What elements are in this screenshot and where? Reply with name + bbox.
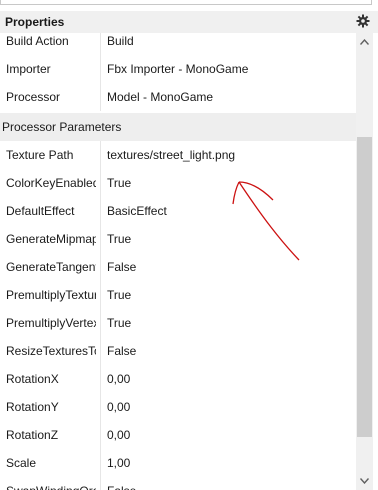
property-row-swapwindingorder[interactable]: SwapWindingOrder False xyxy=(0,477,356,490)
property-name: Processor xyxy=(6,90,61,104)
property-name: Scale xyxy=(6,456,37,470)
panel-title: Properties xyxy=(5,15,65,29)
property-name: RotationX xyxy=(6,372,59,386)
property-value[interactable]: False xyxy=(100,477,350,490)
property-row-premultiplytexturealpha[interactable]: PremultiplyTextureAlpha True xyxy=(0,281,356,309)
scrollbar-thumb[interactable] xyxy=(357,137,372,437)
gear-icon[interactable] xyxy=(356,14,370,28)
property-name: ResizeTexturesToPowerOfTwo xyxy=(6,344,96,358)
category-label: Processor Parameters xyxy=(2,120,122,134)
scroll-down-arrow-icon[interactable] xyxy=(360,478,369,484)
property-name: RotationY xyxy=(6,400,59,414)
category-processor-parameters[interactable]: Processor Parameters xyxy=(0,113,356,141)
property-row-processor[interactable]: Processor Model - MonoGame xyxy=(0,83,356,111)
property-name: GenerateTangentFrames xyxy=(6,260,96,274)
property-row-scale[interactable]: Scale 1,00 xyxy=(0,449,356,477)
property-row-generatemipmaps[interactable]: GenerateMipmaps True xyxy=(0,225,356,253)
property-row-importer[interactable]: Importer Fbx Importer - MonoGame xyxy=(0,55,356,83)
vertical-scrollbar[interactable] xyxy=(356,33,373,490)
property-value[interactable]: False xyxy=(100,253,350,281)
property-name: DefaultEffect xyxy=(6,204,75,218)
property-name: GenerateMipmaps xyxy=(6,232,96,246)
property-row-defaulteffect[interactable]: DefaultEffect BasicEffect xyxy=(0,197,356,225)
scroll-up-arrow-icon[interactable] xyxy=(360,39,369,45)
property-name: Texture Path xyxy=(6,141,96,169)
property-row-colorkeyenabled[interactable]: ColorKeyEnabled True xyxy=(0,169,356,197)
property-value[interactable]: True xyxy=(100,225,350,253)
property-name: PremultiplyVertexColors xyxy=(6,316,96,330)
property-value[interactable]: True xyxy=(100,281,350,309)
property-value[interactable]: False xyxy=(100,337,350,365)
property-value[interactable]: 0,00 xyxy=(100,393,350,421)
property-row-generatetangentframes[interactable]: GenerateTangentFrames False xyxy=(0,253,356,281)
property-row-rotationz[interactable]: RotationZ 0,00 xyxy=(0,421,356,449)
property-name: PremultiplyTextureAlpha xyxy=(6,288,96,302)
property-name: RotationZ xyxy=(6,428,59,442)
property-name: SwapWindingOrder xyxy=(6,477,96,490)
property-row-rotationy[interactable]: RotationY 0,00 xyxy=(0,393,356,421)
property-value[interactable]: BasicEffect xyxy=(100,197,350,225)
properties-header: Properties xyxy=(0,11,378,33)
property-value[interactable]: True xyxy=(100,169,350,197)
property-name: ColorKeyEnabled xyxy=(6,176,96,190)
property-value[interactable]: True xyxy=(100,309,350,337)
property-row-rotationx[interactable]: RotationX 0,00 xyxy=(0,365,356,393)
property-value[interactable]: 0,00 xyxy=(100,421,350,449)
property-name: Importer xyxy=(6,62,51,76)
property-grid: Build Action Build Importer Fbx Importer… xyxy=(0,33,356,490)
property-value[interactable]: Fbx Importer - MonoGame xyxy=(100,55,350,83)
property-value[interactable]: Model - MonoGame xyxy=(100,83,350,111)
property-row-build-action[interactable]: Build Action Build xyxy=(0,33,356,55)
property-value[interactable]: 0,00 xyxy=(100,365,350,393)
property-value[interactable]: Build xyxy=(100,33,350,55)
property-value[interactable]: 1,00 xyxy=(100,449,350,477)
window-top-edge xyxy=(0,0,372,5)
property-name: Build Action xyxy=(6,34,69,48)
property-row-premultiplyvertexcolors[interactable]: PremultiplyVertexColors True xyxy=(0,309,356,337)
property-value[interactable]: textures/street_light.png xyxy=(100,141,350,169)
property-row-texture-path[interactable]: Texture Path textures/street_light.png xyxy=(0,141,356,169)
property-row-resizetexturestopoweroftwo[interactable]: ResizeTexturesToPowerOfTwo False xyxy=(0,337,356,365)
